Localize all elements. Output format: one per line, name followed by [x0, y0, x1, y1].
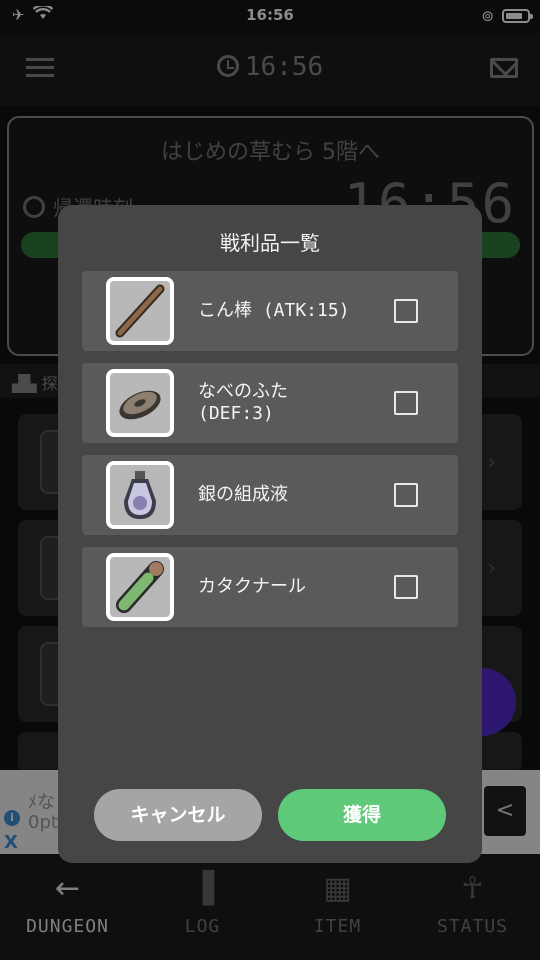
loot-item[interactable]: カタクナール: [82, 547, 458, 627]
pot-lid-icon: [110, 373, 170, 433]
loot-item[interactable]: なべのふた (DEF:3): [82, 363, 458, 443]
green-vial-icon: [110, 557, 170, 617]
dialog-title: 戦利品一覧: [220, 231, 320, 255]
loot-checkbox[interactable]: [394, 575, 418, 599]
loot-dialog: 戦利品一覧 こん棒 (ATK:15) なべのふた (DEF:3) 銀の組成液 カ…: [58, 205, 482, 863]
club-icon: [110, 281, 170, 341]
loot-item-name: こん棒 (ATK:15): [198, 300, 350, 321]
cancel-button[interactable]: キャンセル: [94, 789, 262, 841]
loot-item[interactable]: こん棒 (ATK:15): [82, 271, 458, 351]
loot-item-name: カタクナール: [198, 576, 306, 597]
silver-potion-icon: [110, 465, 170, 525]
loot-checkbox[interactable]: [394, 391, 418, 415]
loot-checkbox[interactable]: [394, 299, 418, 323]
loot-item-name: なべのふた (DEF:3): [198, 381, 288, 424]
loot-item-name: 銀の組成液: [198, 484, 288, 505]
loot-icon-frame: [106, 553, 174, 621]
get-button[interactable]: 獲得: [278, 789, 446, 841]
loot-icon-frame: [106, 461, 174, 529]
loot-checkbox[interactable]: [394, 483, 418, 507]
loot-icon-frame: [106, 369, 174, 437]
loot-item[interactable]: 銀の組成液: [82, 455, 458, 535]
loot-icon-frame: [106, 277, 174, 345]
